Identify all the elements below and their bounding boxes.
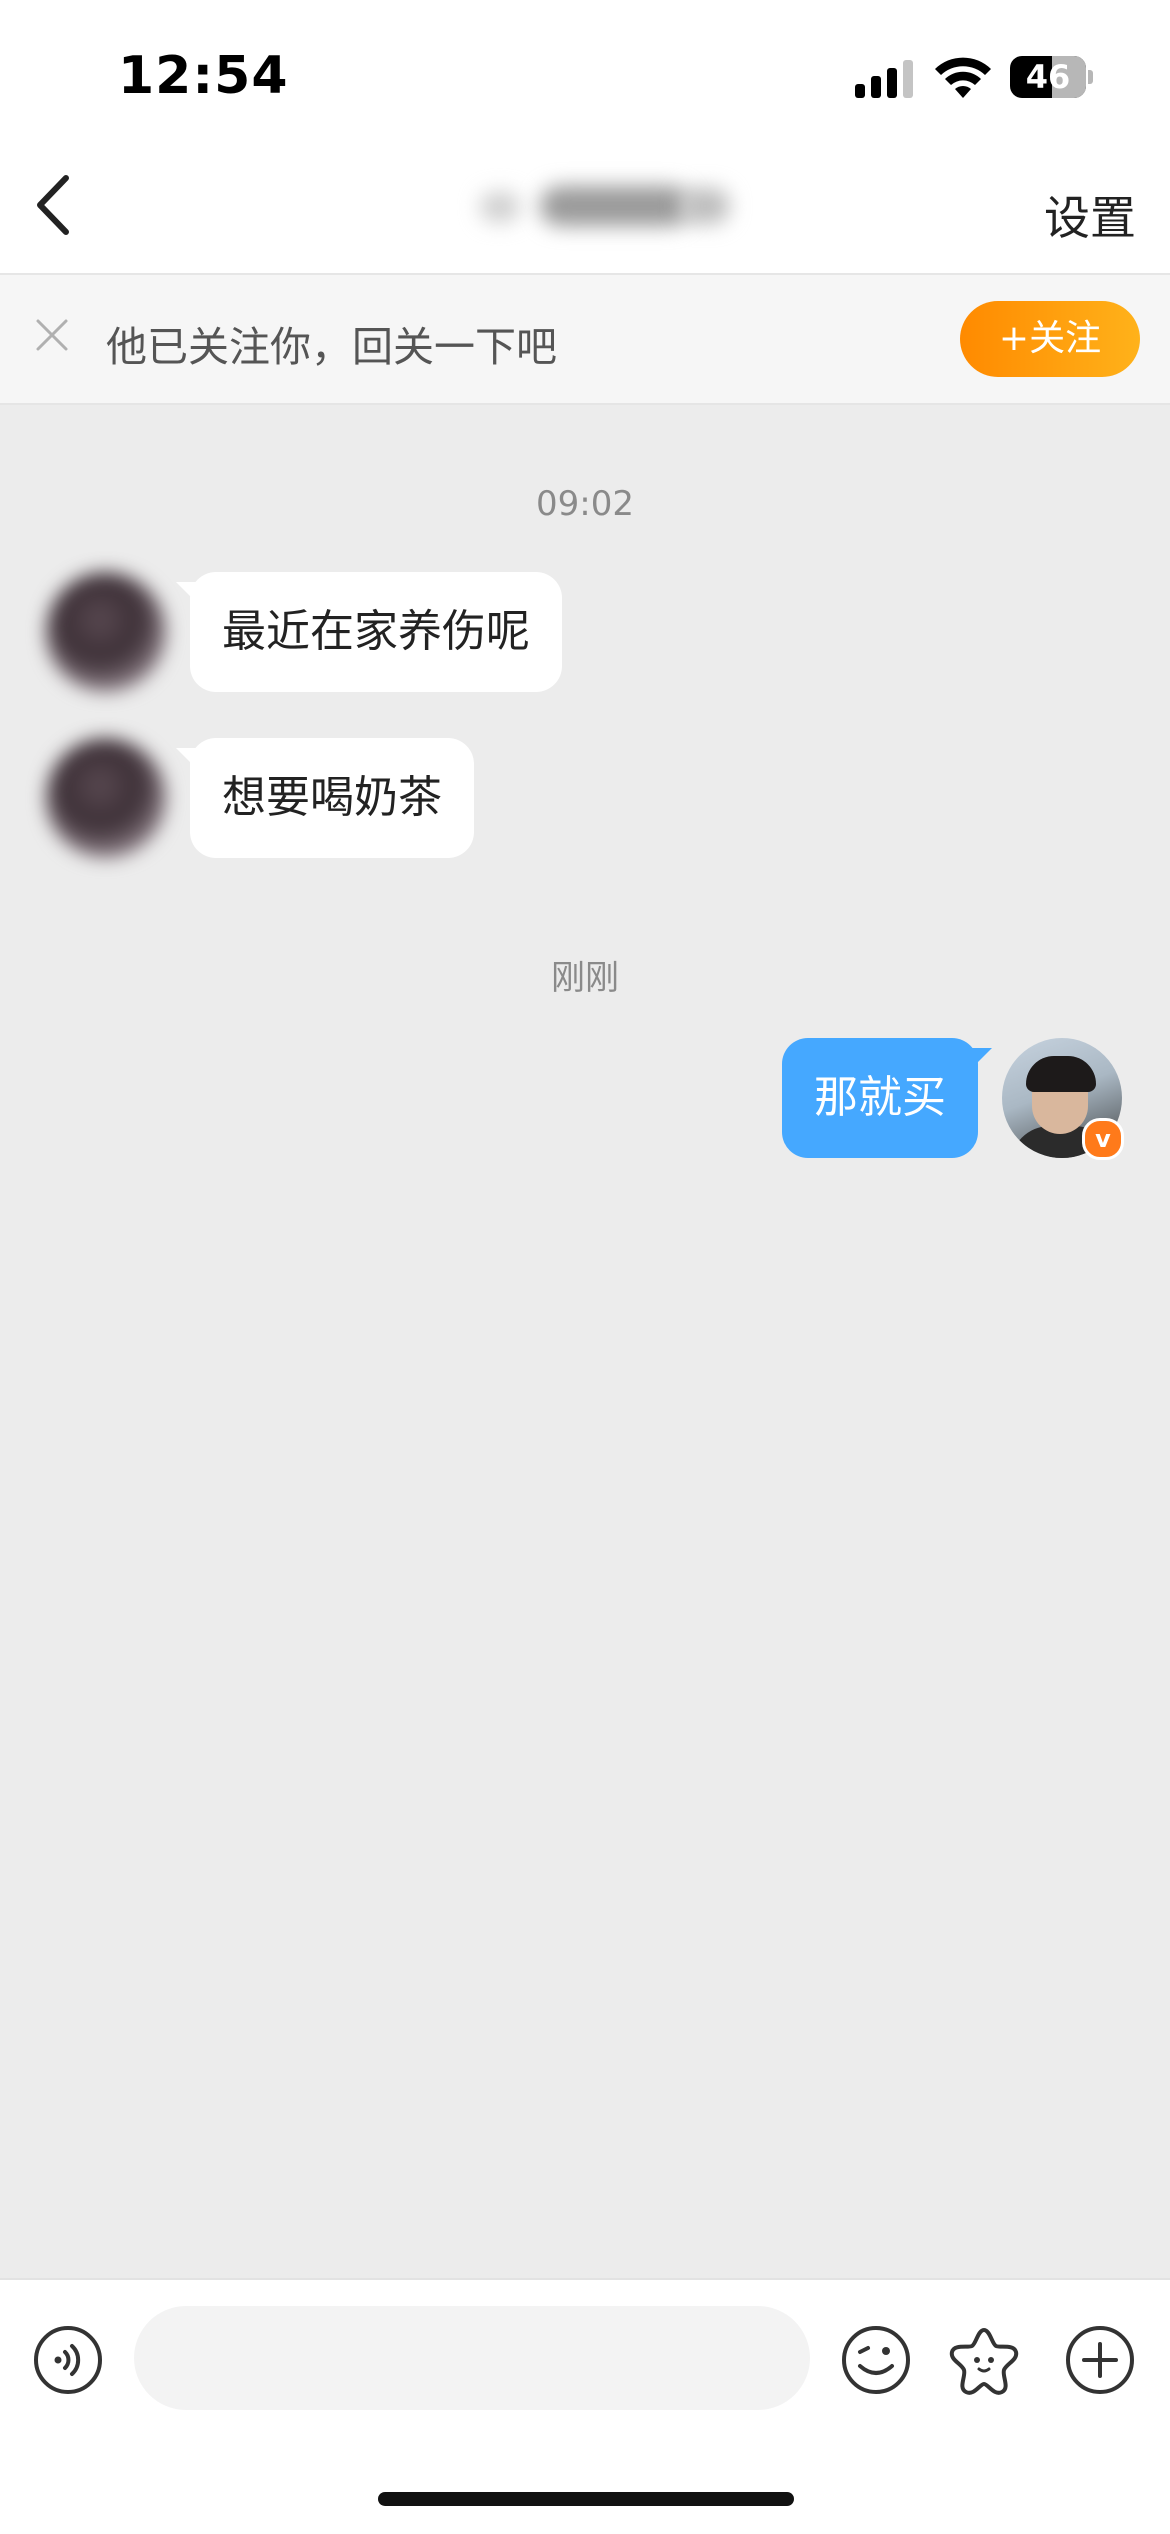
signal-icon xyxy=(855,60,915,98)
back-chevron-icon[interactable] xyxy=(30,170,80,240)
contact-name-blurred xyxy=(480,178,740,234)
verified-badge-icon: v xyxy=(1082,1118,1124,1160)
message-bubble-outgoing[interactable]: 那就买 xyxy=(782,1038,992,1158)
settings-button[interactable]: 设置 xyxy=(1044,182,1136,248)
emoji-icon[interactable] xyxy=(840,2324,912,2396)
message-bubble-incoming[interactable]: 想要喝奶茶 xyxy=(176,738,474,858)
battery-icon: 46 xyxy=(1010,56,1086,98)
home-indicator xyxy=(378,2492,794,2506)
voice-icon[interactable] xyxy=(32,2324,104,2396)
battery-nub xyxy=(1088,70,1093,84)
status-time: 12:54 xyxy=(118,46,289,106)
timestamp-second: 刚刚 xyxy=(551,958,619,998)
message-bubble-incoming[interactable]: 最近在家养伤呢 xyxy=(176,572,562,692)
follow-button[interactable]: +关注 xyxy=(960,301,1140,377)
close-icon[interactable] xyxy=(32,315,72,355)
follow-back-banner: 他已关注你，回关一下吧 +关注 xyxy=(0,275,1170,405)
top-bar: 12:54 46 设置 xyxy=(0,0,1170,275)
wifi-icon xyxy=(935,57,991,98)
sticker-star-icon[interactable] xyxy=(948,2324,1020,2396)
battery-level: 46 xyxy=(1025,58,1071,96)
contact-avatar[interactable] xyxy=(46,572,166,692)
plus-icon[interactable] xyxy=(1064,2324,1136,2396)
contact-avatar[interactable] xyxy=(46,738,166,858)
message-input[interactable] xyxy=(134,2306,810,2410)
timestamp-first: 09:02 xyxy=(536,484,634,524)
follow-back-text: 他已关注你，回关一下吧 xyxy=(106,323,557,371)
